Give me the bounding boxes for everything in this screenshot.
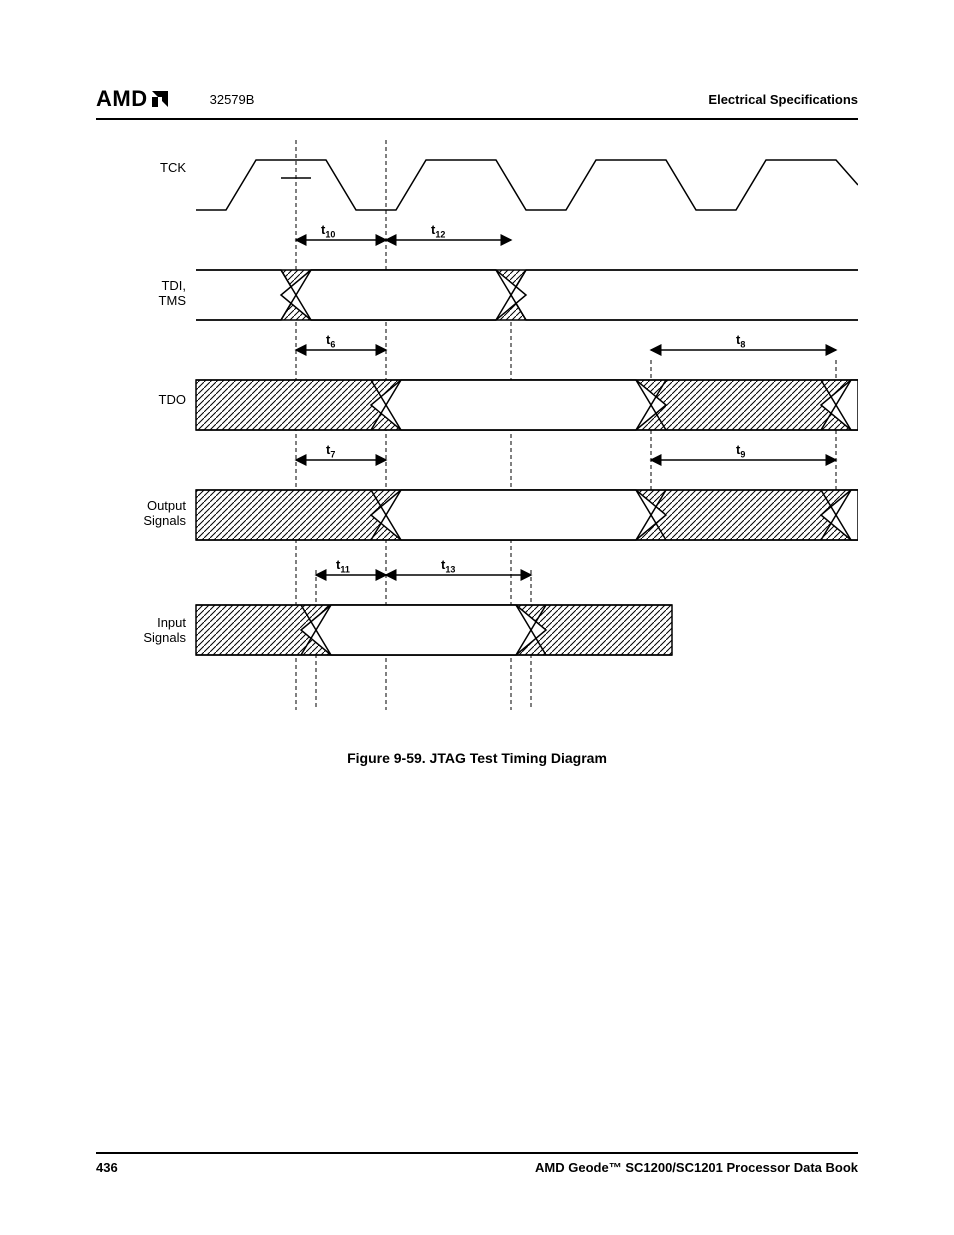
t13-label: t13 [441, 557, 491, 575]
t11-label: t11 [336, 557, 386, 575]
signal-label-tck: TCK [96, 160, 186, 175]
amd-logo-text: AMD [96, 86, 148, 112]
doc-number: 32579B [210, 92, 255, 107]
timing-diagram: TCK t10 t12 TDI, TMS [96, 130, 858, 715]
signal-label-tdo: TDO [96, 392, 186, 407]
signal-label-output: Output Signals [96, 498, 186, 528]
page-footer: 436 AMD Geode™ SC1200/SC1201 Processor D… [96, 1152, 858, 1175]
page-header: AMD 32579B Electrical Specifications [96, 86, 858, 120]
figure-caption: Figure 9-59. JTAG Test Timing Diagram [96, 750, 858, 766]
book-title: AMD Geode™ SC1200/SC1201 Processor Data … [535, 1160, 858, 1175]
page-number: 436 [96, 1160, 118, 1175]
amd-logo: AMD [96, 86, 170, 112]
signal-label-input: Input Signals [96, 615, 186, 645]
t10-label: t10 [321, 222, 371, 240]
t9-label: t9 [736, 442, 776, 460]
amd-arrow-icon [150, 89, 170, 109]
signal-label-tdi-tms: TDI, TMS [96, 278, 186, 308]
t7-label: t7 [326, 442, 366, 460]
t6-label: t6 [326, 332, 366, 350]
section-title: Electrical Specifications [708, 92, 858, 107]
page: AMD 32579B Electrical Specifications [0, 0, 954, 1235]
t12-label: t12 [431, 222, 481, 240]
t8-label: t8 [736, 332, 776, 350]
